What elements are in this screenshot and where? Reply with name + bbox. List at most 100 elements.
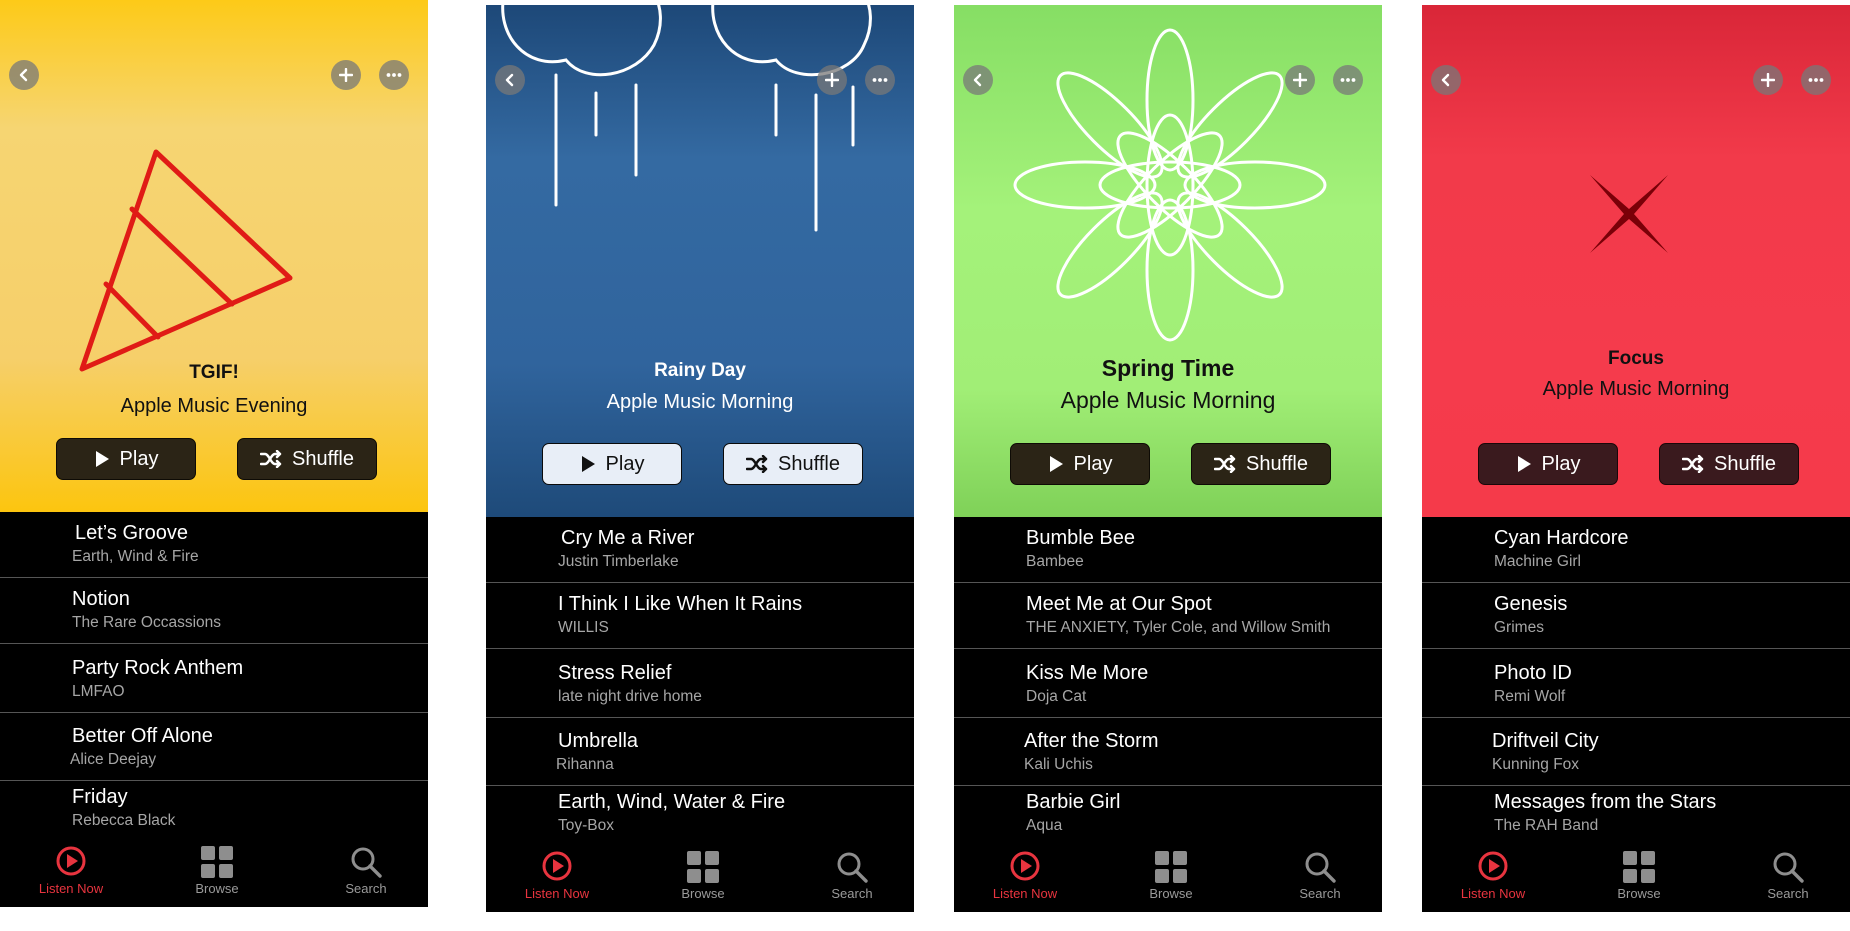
tab-listen-now[interactable]: Listen Now — [970, 844, 1080, 912]
list-item[interactable]: Better Off Alone Alice Deejay — [0, 719, 428, 781]
song-artist: WILLIS — [558, 619, 609, 636]
list-item[interactable]: Cry Me a River Justin Timberlake — [486, 521, 914, 583]
play-button[interactable]: Play — [542, 443, 682, 485]
shuffle-icon — [260, 450, 282, 468]
song-artist: Earth, Wind & Fire — [72, 548, 199, 565]
back-button[interactable] — [963, 65, 993, 95]
tab-browse[interactable]: Browse — [162, 839, 272, 907]
shuffle-button[interactable]: Shuffle — [1191, 443, 1331, 485]
list-item[interactable]: I Think I Like When It Rains WILLIS — [486, 587, 914, 649]
ellipsis-icon — [386, 73, 402, 77]
list-item[interactable]: Bumble Bee Bambee — [954, 521, 1382, 583]
divider — [1422, 648, 1850, 649]
divider — [1422, 785, 1850, 786]
more-button[interactable] — [865, 65, 895, 95]
song-title: Bumble Bee — [1026, 527, 1135, 549]
divider — [1422, 717, 1850, 718]
shuffle-button[interactable]: Shuffle — [723, 443, 863, 485]
song-artist: The Rare Occassions — [72, 614, 222, 631]
list-item[interactable]: Party Rock Anthem LMFAO — [0, 651, 428, 713]
grid-icon — [687, 851, 719, 883]
song-artist: Doja Cat — [1026, 688, 1087, 705]
more-button[interactable] — [1333, 65, 1363, 95]
tab-listen-now[interactable]: Listen Now — [16, 839, 126, 907]
tab-label: Search — [831, 886, 873, 901]
magnifier-icon — [1773, 852, 1804, 883]
chevron-left-icon — [505, 73, 514, 87]
x-star-artwork — [1590, 175, 1668, 253]
back-button[interactable] — [495, 65, 525, 95]
tab-search[interactable]: Search — [1733, 844, 1843, 912]
play-button[interactable]: Play — [1010, 443, 1150, 485]
song-title: After the Storm — [1024, 730, 1159, 752]
tab-search[interactable]: Search — [797, 844, 907, 912]
rain-clouds-artwork — [501, 5, 872, 232]
ellipsis-icon — [1340, 78, 1356, 82]
list-item[interactable]: Let’s Groove Earth, Wind & Fire — [0, 516, 428, 578]
triangle-wedge-artwork — [79, 149, 293, 372]
tab-listen-now[interactable]: Listen Now — [1438, 844, 1548, 912]
song-title: Driftveil City — [1492, 730, 1599, 752]
shuffle-label: Shuffle — [778, 452, 840, 475]
add-button[interactable] — [1285, 65, 1315, 95]
song-title: Stress Relief — [558, 662, 672, 684]
playlist-hero: Rainy Day Apple Music Morning Play Shuff… — [486, 5, 914, 517]
back-button[interactable] — [9, 60, 39, 90]
divider — [0, 780, 428, 781]
grid-icon — [201, 846, 233, 878]
play-circle-icon — [542, 851, 572, 881]
back-button[interactable] — [1431, 65, 1461, 95]
song-artist: Justin Timberlake — [558, 553, 679, 570]
play-label: Play — [1541, 452, 1581, 475]
tab-label: Browse — [1149, 886, 1193, 901]
tab-label: Listen Now — [992, 886, 1058, 901]
playlist-screen-tgif: TGIF! Apple Music Evening Play Shuffle L… — [0, 0, 428, 907]
song-title: Genesis — [1494, 593, 1568, 615]
shuffle-label: Shuffle — [1246, 452, 1308, 475]
flower-artwork — [1013, 28, 1327, 342]
playlist-screen-focus: Focus Apple Music Morning Play Shuffle C… — [1422, 5, 1850, 912]
play-button[interactable]: Play — [1478, 443, 1618, 485]
tab-search[interactable]: Search — [311, 839, 421, 907]
ellipsis-icon — [872, 78, 888, 82]
tab-listen-now[interactable]: Listen Now — [502, 844, 612, 912]
add-button[interactable] — [1753, 65, 1783, 95]
playlist-subtitle: Apple Music Morning — [606, 391, 794, 413]
divider — [954, 717, 1382, 718]
tab-search[interactable]: Search — [1265, 844, 1375, 912]
song-artist: Bambee — [1026, 553, 1084, 570]
add-button[interactable] — [331, 60, 361, 90]
list-item[interactable]: Notion The Rare Occassions — [0, 582, 428, 644]
playlist-title: Spring Time — [1101, 355, 1235, 381]
tab-label: Browse — [195, 881, 239, 896]
tab-browse[interactable]: Browse — [1584, 844, 1694, 912]
song-title: Party Rock Anthem — [72, 657, 244, 679]
chevron-left-icon — [1441, 73, 1450, 87]
playlist-hero: TGIF! Apple Music Evening Play Shuffle — [0, 0, 428, 512]
song-title: Messages from the Stars — [1494, 791, 1717, 813]
tab-browse[interactable]: Browse — [1116, 844, 1226, 912]
playlist-title: Rainy Day — [654, 360, 746, 381]
song-artist: Aqua — [1026, 817, 1063, 834]
play-label: Play — [1073, 452, 1113, 475]
song-artist: late night drive home — [558, 688, 702, 705]
list-item[interactable]: Genesis Grimes — [1422, 587, 1850, 649]
shuffle-button[interactable]: Shuffle — [237, 438, 377, 480]
list-item[interactable]: After the Storm Kali Uchis — [954, 724, 1382, 786]
list-item[interactable]: Umbrella Rihanna — [486, 724, 914, 786]
add-button[interactable] — [817, 65, 847, 95]
list-item[interactable]: Kiss Me More Doja Cat — [954, 656, 1382, 718]
list-item[interactable]: Driftveil City Kunning Fox — [1422, 724, 1850, 786]
more-button[interactable] — [1801, 65, 1831, 95]
shuffle-button[interactable]: Shuffle — [1659, 443, 1799, 485]
song-title: Friday — [72, 786, 128, 808]
list-item[interactable]: Stress Relief late night drive home — [486, 656, 914, 718]
tab-browse[interactable]: Browse — [648, 844, 758, 912]
more-button[interactable] — [379, 60, 409, 90]
song-title: Photo ID — [1494, 662, 1572, 684]
divider — [0, 577, 428, 578]
list-item[interactable]: Photo ID Remi Wolf — [1422, 656, 1850, 718]
list-item[interactable]: Meet Me at Our Spot THE ANXIETY, Tyler Co… — [954, 587, 1382, 649]
list-item[interactable]: Cyan Hardcore Machine Girl — [1422, 521, 1850, 583]
play-button[interactable]: Play — [56, 438, 196, 480]
